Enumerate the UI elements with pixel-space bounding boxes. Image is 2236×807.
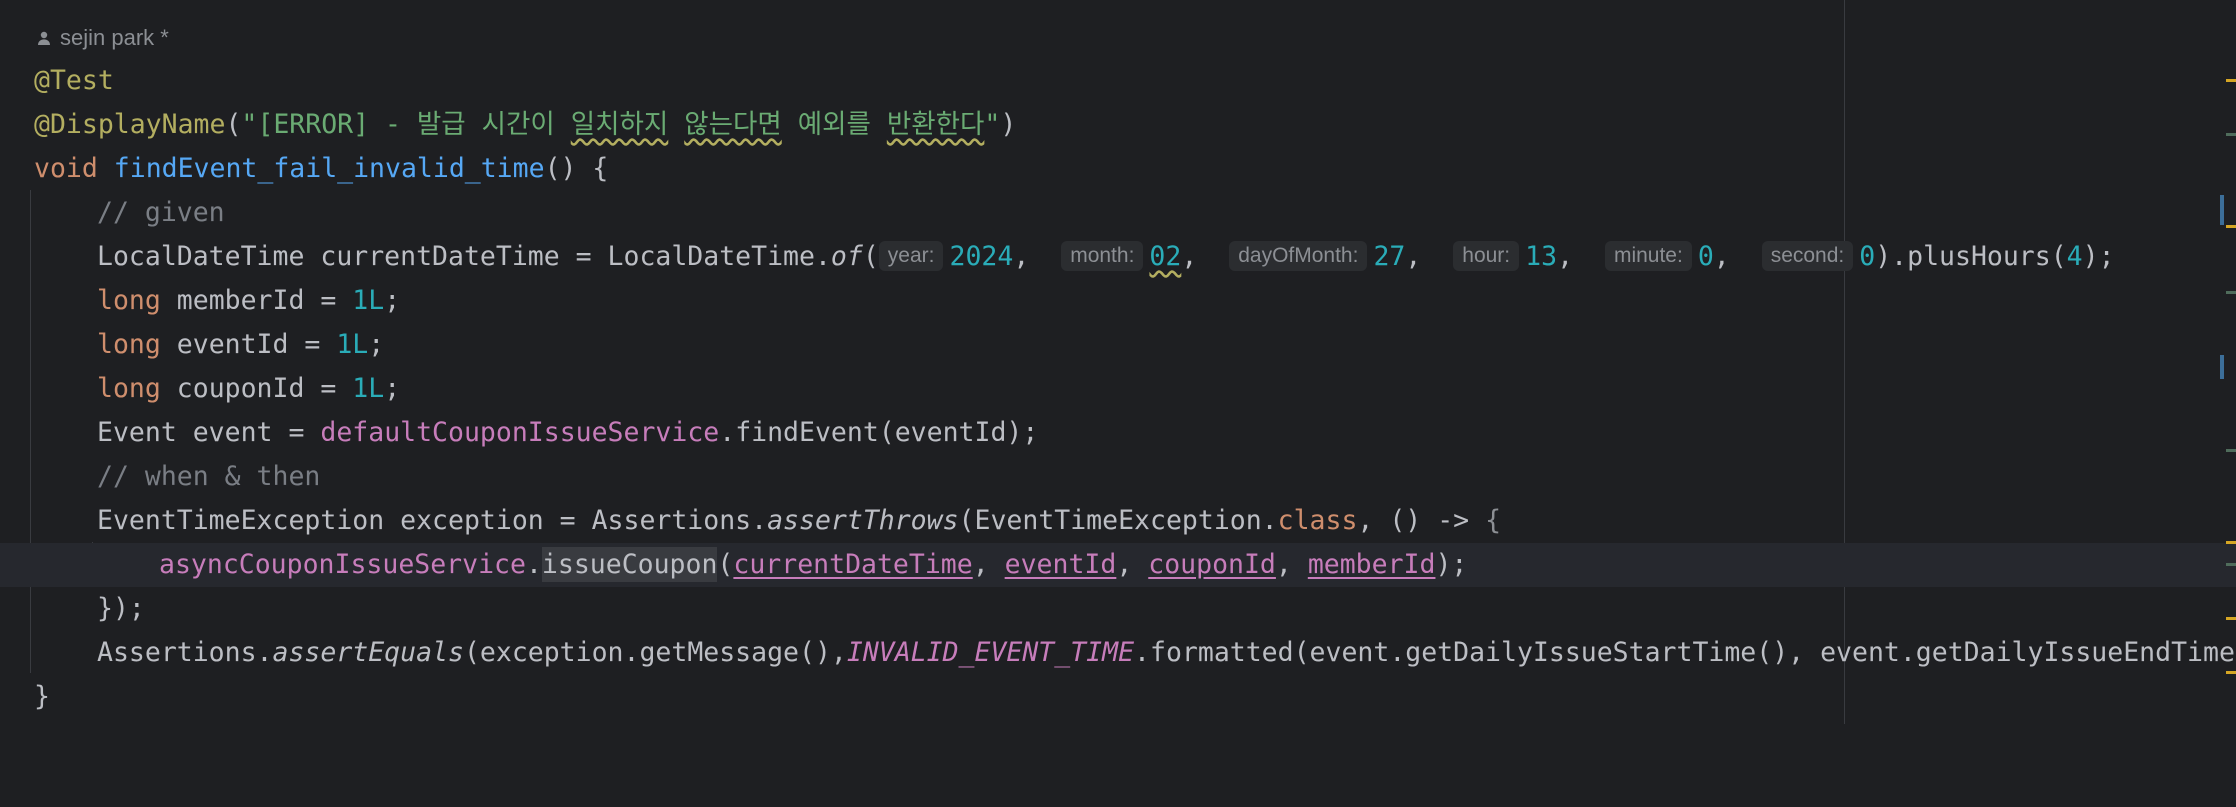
author-name: sejin park * — [60, 25, 169, 50]
code-line-12-current[interactable]: asyncCouponIssueService.issueCoupon(curr… — [0, 543, 2236, 587]
warning-marker[interactable] — [2226, 617, 2236, 620]
code-line-8: long couponId = 1L; — [97, 373, 401, 404]
param-hint-hour: hour: — [1453, 240, 1520, 271]
code-line-14: Assertions.assertEquals(exception.getMes… — [97, 637, 2236, 668]
change-marker[interactable] — [2226, 563, 2236, 566]
warning-marker[interactable] — [2226, 79, 2236, 82]
code-line-6: long memberId = 1L; — [97, 285, 401, 316]
warning-marker[interactable] — [2226, 671, 2236, 674]
issue-coupon-method[interactable]: issueCoupon — [541, 547, 718, 582]
param-hint-minute: minute: — [1604, 240, 1692, 271]
param-hint-year: year: — [878, 240, 944, 271]
person-icon — [36, 30, 52, 46]
method-name[interactable]: findEvent_fail_invalid_time — [114, 153, 545, 184]
code-line-4: // given — [0, 191, 2236, 235]
warning-marker[interactable] — [2226, 541, 2236, 544]
code-line-10: // when & then — [0, 455, 2236, 499]
code-author-hint[interactable]: sejin park * — [36, 24, 169, 52]
info-marker[interactable] — [2220, 195, 2224, 225]
code-line-2: @DisplayName("[ERROR] - 발급 시간이 일치하지 않는다면… — [34, 109, 1017, 140]
param-hint-second: second: — [1761, 240, 1854, 271]
warning-marker[interactable] — [2226, 225, 2236, 228]
param-hint-dayofmonth: dayOfMonth: — [1229, 240, 1368, 271]
code-line-15: } — [34, 681, 50, 712]
code-line-7: long eventId = 1L; — [97, 329, 385, 360]
displayname-annotation: @DisplayName — [34, 109, 226, 140]
code-line-1: @Test — [0, 59, 2236, 103]
comment-when-then: // when & then — [97, 461, 321, 492]
code-line-13: }); — [97, 593, 145, 624]
change-marker[interactable] — [2226, 133, 2236, 136]
code-line-11: EventTimeException exception = Assertion… — [97, 505, 1502, 536]
display-name-string: "[ERROR] - 발급 시간이 일치하지 않는다면 예외를 반환한다" — [241, 109, 1001, 140]
test-annotation: @Test — [34, 65, 114, 96]
field-default-coupon-service[interactable]: defaultCouponIssueService — [320, 417, 719, 448]
change-marker[interactable] — [2226, 449, 2236, 452]
change-marker[interactable] — [2226, 291, 2236, 294]
code-line-9: Event event = defaultCouponIssueService.… — [97, 417, 1039, 448]
comment-given: // given — [97, 197, 225, 228]
code-line-3: void findEvent_fail_invalid_time() { — [34, 153, 609, 184]
info-marker[interactable] — [2220, 355, 2224, 379]
code-line-5: LocalDateTime currentDateTime = LocalDat… — [97, 240, 2115, 272]
field-async-coupon-service[interactable]: asyncCouponIssueService — [159, 549, 526, 580]
param-hint-month: month: — [1061, 240, 1144, 271]
